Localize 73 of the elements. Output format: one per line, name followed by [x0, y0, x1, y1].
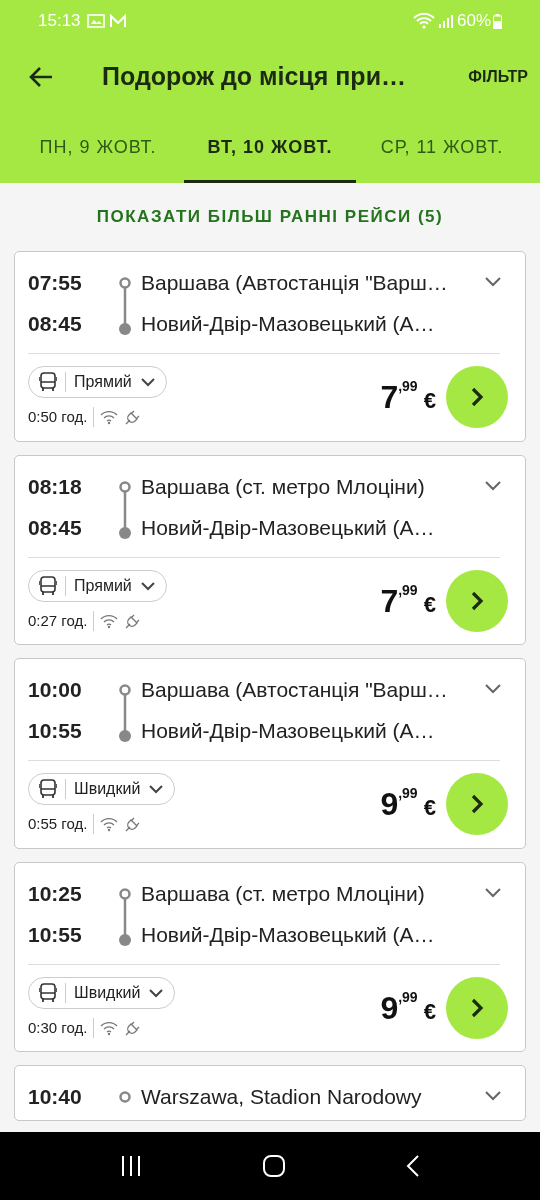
- battery-icon: [493, 13, 502, 29]
- bus-icon: [39, 779, 57, 799]
- destination-stop: Новий-Двір-Мазовецький (А…: [141, 923, 436, 946]
- trip-duration: 0:27 год.: [28, 610, 88, 631]
- arrival-time: 08:45: [28, 516, 83, 539]
- arrival-time: 10:55: [28, 720, 83, 742]
- trip-card[interactable]: 07:55 08:45 Варшава (Автостанція "Варш… Новий-Двір-Мазовецький (А… Прямий 0:50 год. 7$^{,99}$ €: [14, 251, 526, 442]
- filter-button[interactable]: ФІЛЬТР: [468, 65, 528, 89]
- trip-price: 9$^{,99}$ €: [380, 784, 436, 825]
- departure-time: 10:40: [28, 1086, 83, 1108]
- destination-stop: Новий-Двір-Мазовецький (А…: [141, 720, 436, 742]
- expand-chevron-icon[interactable]: [484, 276, 502, 288]
- caret-down-icon: [139, 580, 156, 591]
- signal-icon: [438, 14, 453, 28]
- route-line-icon: [117, 277, 132, 337]
- trip-card[interactable]: 08:18 08:45 Варшава (ст. метро Млоціни) Новий-Двір-Мазовецький (А… Прямий 0:27 год. 7$^{,99}$ €: [14, 454, 526, 645]
- caret-down-icon: [148, 987, 165, 998]
- back-icon[interactable]: [406, 1154, 420, 1178]
- destination-stop: Новий-Двір-Мазовецький (А…: [141, 313, 436, 335]
- bus-icon: [39, 982, 57, 1003]
- caret-down-icon: [139, 377, 156, 387]
- show-earlier-link[interactable]: ПОКАЗАТИ БІЛЬШ РАННІ РЕЙСИ (5): [96, 204, 444, 230]
- departure-time: 07:55: [28, 272, 83, 294]
- trip-card[interactable]: 10:40 Warszawa, Stadion Narodowy: [14, 1065, 526, 1121]
- route-line-icon: [117, 480, 132, 541]
- trip-duration: 0:55 год.: [28, 814, 88, 834]
- expand-chevron-icon[interactable]: [484, 479, 502, 492]
- chevron-right-icon: [470, 793, 484, 816]
- expand-chevron-icon[interactable]: [484, 683, 502, 695]
- chevron-right-icon: [470, 996, 484, 1019]
- destination-stop: Новий-Двір-Мазовецький (А…: [141, 516, 436, 539]
- trip-card[interactable]: 10:00 10:55 Варшава (Автостанція "Варш… Новий-Двір-Мазовецький (А… Швидкий 0:55 год. 9$^{,99}$ €: [14, 658, 526, 849]
- date-tab[interactable]: ВТ, 10 ЖОВТ.: [184, 112, 356, 183]
- wifi-icon: [412, 13, 435, 29]
- expand-chevron-icon[interactable]: [484, 886, 502, 899]
- origin-stop: Варшава (Автостанція "Варш…: [141, 679, 449, 701]
- gallery-icon: [86, 14, 105, 28]
- arrival-time: 08:45: [28, 313, 83, 335]
- trip-duration: 0:30 год.: [28, 1017, 88, 1038]
- bus-icon: [39, 575, 57, 596]
- route-line-icon: [117, 887, 132, 948]
- wifi-icon: [100, 1019, 119, 1036]
- arrival-time: 10:55: [28, 923, 83, 946]
- trip-price: 7$^{,99}$ €: [380, 377, 436, 418]
- caret-down-icon: [148, 784, 165, 794]
- back-arrow-icon: [28, 66, 54, 88]
- bus-icon: [39, 372, 57, 392]
- trip-card[interactable]: 10:25 10:55 Варшава (ст. метро Млоціни) Новий-Двір-Мазовецький (А… Швидкий 0:30 год. 9$^{,99}$ €: [14, 861, 526, 1052]
- date-tab[interactable]: СР, 11 ЖОВТ.: [356, 112, 528, 183]
- departure-time: 10:25: [28, 882, 83, 905]
- home-icon[interactable]: [262, 1154, 286, 1178]
- trip-price: 7$^{,99}$ €: [380, 580, 436, 621]
- chevron-right-icon: [470, 386, 484, 409]
- recent-apps-icon[interactable]: [120, 1155, 142, 1177]
- departure-time: 08:18: [28, 475, 83, 498]
- mail-icon: [108, 14, 127, 28]
- wifi-icon: [100, 816, 119, 833]
- date-tab[interactable]: ПН, 9 ЖОВТ.: [12, 112, 184, 183]
- trip-duration: 0:50 год.: [28, 407, 88, 427]
- origin-stop: Варшава (ст. метро Млоціни): [141, 475, 426, 498]
- origin-stop: Warszawa, Stadion Narodowy: [141, 1086, 423, 1108]
- trip-price: 9$^{,99}$ €: [380, 987, 436, 1028]
- chevron-right-icon: [470, 589, 484, 612]
- wifi-icon: [100, 409, 119, 426]
- status-time: 15:13: [38, 10, 81, 33]
- departure-time: 10:00: [28, 679, 83, 701]
- origin-stop: Варшава (Автостанція "Варш…: [141, 272, 449, 294]
- origin-stop: Варшава (ст. метро Млоціни): [141, 882, 426, 905]
- battery-level: 60%: [456, 10, 491, 33]
- wifi-icon: [100, 612, 119, 629]
- route-line-icon: [117, 684, 132, 744]
- expand-chevron-icon[interactable]: [484, 1090, 502, 1102]
- page-title: Подорож до місця при…: [102, 61, 406, 93]
